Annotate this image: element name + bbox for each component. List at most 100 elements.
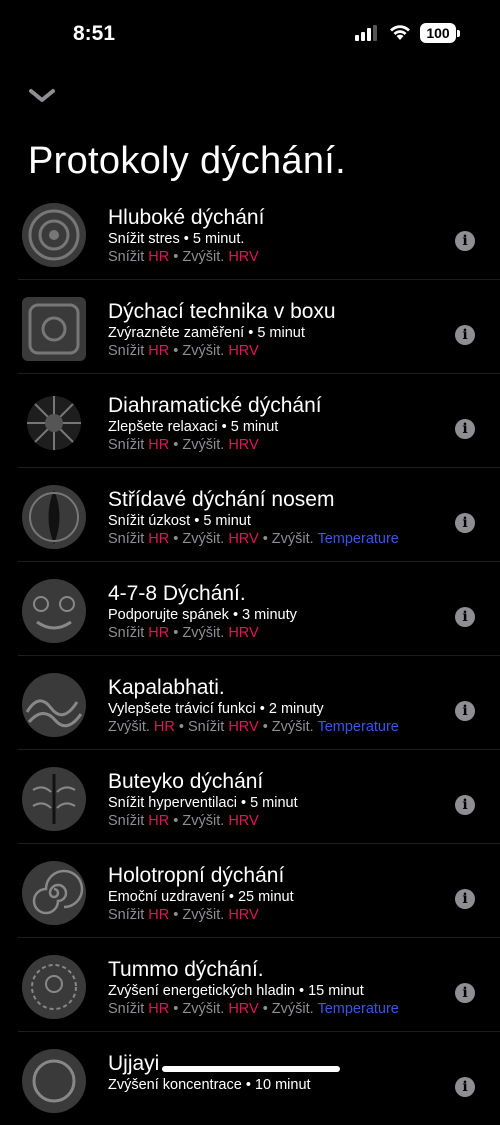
tag-segment: Temperature: [317, 1001, 399, 1017]
protocol-text: Střídavé dýchání nosem Snížit úzkost • 5 …: [108, 488, 448, 548]
protocol-tags: Zvýšit. HR • Snížit HRV • Zvýšit. Temper…: [108, 718, 448, 736]
protocol-text: Ujjayi Zvýšení koncentrace • 10 minut: [108, 1052, 448, 1094]
info-icon[interactable]: i: [455, 325, 475, 345]
protocol-row[interactable]: Dýchací technika v boxu Zvýrazněte zaměře…: [18, 280, 500, 374]
tag-segment: HR: [148, 1001, 170, 1017]
tag-segment: HRV: [228, 343, 259, 359]
protocol-tags: Snížit HR • Zvýšit. HRV • Zvýšit. Temper…: [108, 1000, 448, 1018]
status-bar: 8:51 100: [0, 0, 500, 70]
protocol-subtitle: Snížit hyperventilaci • 5 minut: [108, 795, 298, 811]
tag-segment: • Zvýšit.: [258, 719, 318, 735]
protocol-tags: Snížit HR • Zvýšit. HRV: [108, 906, 448, 924]
protocol-tags: Snížit HR • Zvýšit. HRV • Zvýšit. Temper…: [108, 530, 448, 548]
battery-icon: 100: [420, 23, 456, 43]
protocol-thumbnail-icon: [22, 297, 86, 361]
protocol-thumbnail-icon: [22, 579, 86, 643]
tag-segment: Temperature: [317, 719, 399, 735]
protocol-title: 4-7-8 Dýchání.: [108, 582, 246, 605]
status-time: 8:51: [73, 22, 116, 45]
tag-segment: • Zvýšit.: [169, 813, 229, 829]
protocol-subtitle: Emoční uzdravení • 25 minut: [108, 889, 294, 905]
protocol-text: Hluboké dýchání Snížit stres • 5 minut. Sn…: [108, 206, 448, 266]
protocol-row[interactable]: Kapalabhati. Vylepšete trávicí funkci • 2…: [18, 656, 500, 750]
tag-segment: HRV: [228, 1001, 259, 1017]
protocol-row[interactable]: Střídavé dýchání nosem Snížit úzkost • 5 …: [18, 468, 500, 562]
protocol-text: Dýchací technika v boxu Zvýrazněte zaměře…: [108, 300, 448, 360]
info-icon[interactable]: i: [455, 513, 475, 533]
protocol-thumbnail-icon: [22, 203, 86, 267]
tag-segment: • Zvýšit.: [258, 531, 318, 547]
protocol-title: Střídavé dýchání nosem: [108, 488, 335, 511]
protocol-row[interactable]: Diahramatické dýchání Zlepšete relaxaci •…: [18, 374, 500, 468]
wifi-icon: [390, 25, 410, 40]
protocol-text: Diahramatické dýchání Zlepšete relaxaci •…: [108, 394, 448, 454]
protocol-subtitle: Zvýšení energetických hladin • 15 minut: [108, 983, 364, 999]
tag-segment: Zvýšit.: [108, 719, 154, 735]
tag-segment: • Zvýšit.: [169, 625, 229, 641]
protocol-row[interactable]: Ujjayi Zvýšení koncentrace • 10 minut i: [18, 1032, 500, 1125]
tag-segment: HR: [148, 907, 170, 923]
tag-segment: HRV: [228, 907, 259, 923]
tag-segment: HR: [148, 437, 170, 453]
tag-segment: HR: [153, 719, 175, 735]
protocol-row[interactable]: Tummo dýchání. Zvýšení energetických hlad…: [18, 938, 500, 1032]
protocol-thumbnail-icon: [27, 396, 81, 450]
protocol-tags: Snížit HR • Zvýšit. HRV: [108, 342, 448, 360]
tag-segment: • Zvýšit.: [169, 1001, 229, 1017]
tag-segment: HRV: [228, 531, 259, 547]
tag-segment: • Zvýšit.: [169, 531, 229, 547]
protocol-row[interactable]: Hluboké dýchání Snížit stres • 5 minut. Sn…: [18, 186, 500, 280]
tag-segment: Snížit: [108, 531, 149, 547]
tag-segment: Snížit: [108, 1001, 149, 1017]
protocol-subtitle: Zvýšení koncentrace • 10 minut: [108, 1077, 311, 1093]
tag-segment: HR: [148, 249, 170, 265]
protocol-thumbnail-icon: [22, 1049, 86, 1113]
protocol-subtitle: Podporujte spánek • 3 minuty: [108, 607, 297, 623]
info-icon[interactable]: i: [455, 419, 475, 439]
tag-segment: Temperature: [317, 531, 399, 547]
page-title: Protokoly dýchání.: [28, 140, 347, 182]
protocol-list: Hluboké dýchání Snížit stres • 5 minut. Sn…: [0, 186, 500, 1125]
protocol-subtitle: Zlepšete relaxaci • 5 minut: [108, 419, 279, 435]
tag-segment: Snížit: [108, 343, 149, 359]
info-icon[interactable]: i: [455, 701, 475, 721]
protocol-text: Holotropní dýchání Emoční uzdravení • 25 …: [108, 864, 448, 924]
protocol-text: Kapalabhati. Vylepšete trávicí funkci • 2…: [108, 676, 448, 736]
protocol-tags: Snížit HR • Zvýšit. HRV: [108, 436, 448, 454]
tag-segment: • Zvýšit.: [169, 249, 229, 265]
tag-segment: HRV: [228, 813, 259, 829]
tag-segment: HRV: [228, 625, 259, 641]
protocol-title: Tummo dýchání.: [108, 958, 264, 981]
battery-cap: [457, 30, 460, 37]
protocol-row[interactable]: Holotropní dýchání Emoční uzdravení • 25 …: [18, 844, 500, 938]
protocol-thumbnail-icon: [22, 955, 86, 1019]
protocol-title: Diahramatické dýchání: [108, 394, 322, 417]
info-icon[interactable]: i: [455, 795, 475, 815]
protocol-thumbnail-icon: [22, 767, 86, 831]
protocol-text: Tummo dýchání. Zvýšení energetických hlad…: [108, 958, 448, 1018]
protocol-text: Buteyko dýchání Snížit hyperventilaci • 5…: [108, 770, 448, 830]
tag-segment: Snížit: [108, 437, 149, 453]
info-icon[interactable]: i: [455, 1077, 475, 1097]
protocol-title: Holotropní dýchání: [108, 864, 285, 887]
home-indicator[interactable]: [162, 1066, 340, 1072]
protocol-row[interactable]: Buteyko dýchání Snížit hyperventilaci • 5…: [18, 750, 500, 844]
protocol-row[interactable]: 4-7-8 Dýchání. Podporujte spánek • 3 minu…: [18, 562, 500, 656]
tag-segment: • Snížit: [174, 719, 229, 735]
tag-segment: Snížit: [108, 907, 149, 923]
info-icon[interactable]: i: [455, 983, 475, 1003]
tag-segment: Snížit: [108, 625, 149, 641]
info-icon[interactable]: i: [455, 889, 475, 909]
tag-segment: HRV: [228, 719, 259, 735]
info-icon[interactable]: i: [455, 231, 475, 251]
protocol-subtitle: Zvýrazněte zaměření • 5 minut: [108, 325, 305, 341]
protocol-subtitle: Snížit úzkost • 5 minut: [108, 513, 251, 529]
chevron-down-icon[interactable]: [28, 88, 56, 104]
cellular-signal-icon: [355, 25, 377, 41]
protocol-subtitle: Vylepšete trávicí funkci • 2 minuty: [108, 701, 324, 717]
protocol-title: Hluboké dýchání: [108, 206, 265, 229]
tag-segment: HR: [148, 531, 170, 547]
protocol-title: Kapalabhati.: [108, 676, 225, 699]
protocol-thumbnail-icon: [22, 673, 86, 737]
info-icon[interactable]: i: [455, 607, 475, 627]
